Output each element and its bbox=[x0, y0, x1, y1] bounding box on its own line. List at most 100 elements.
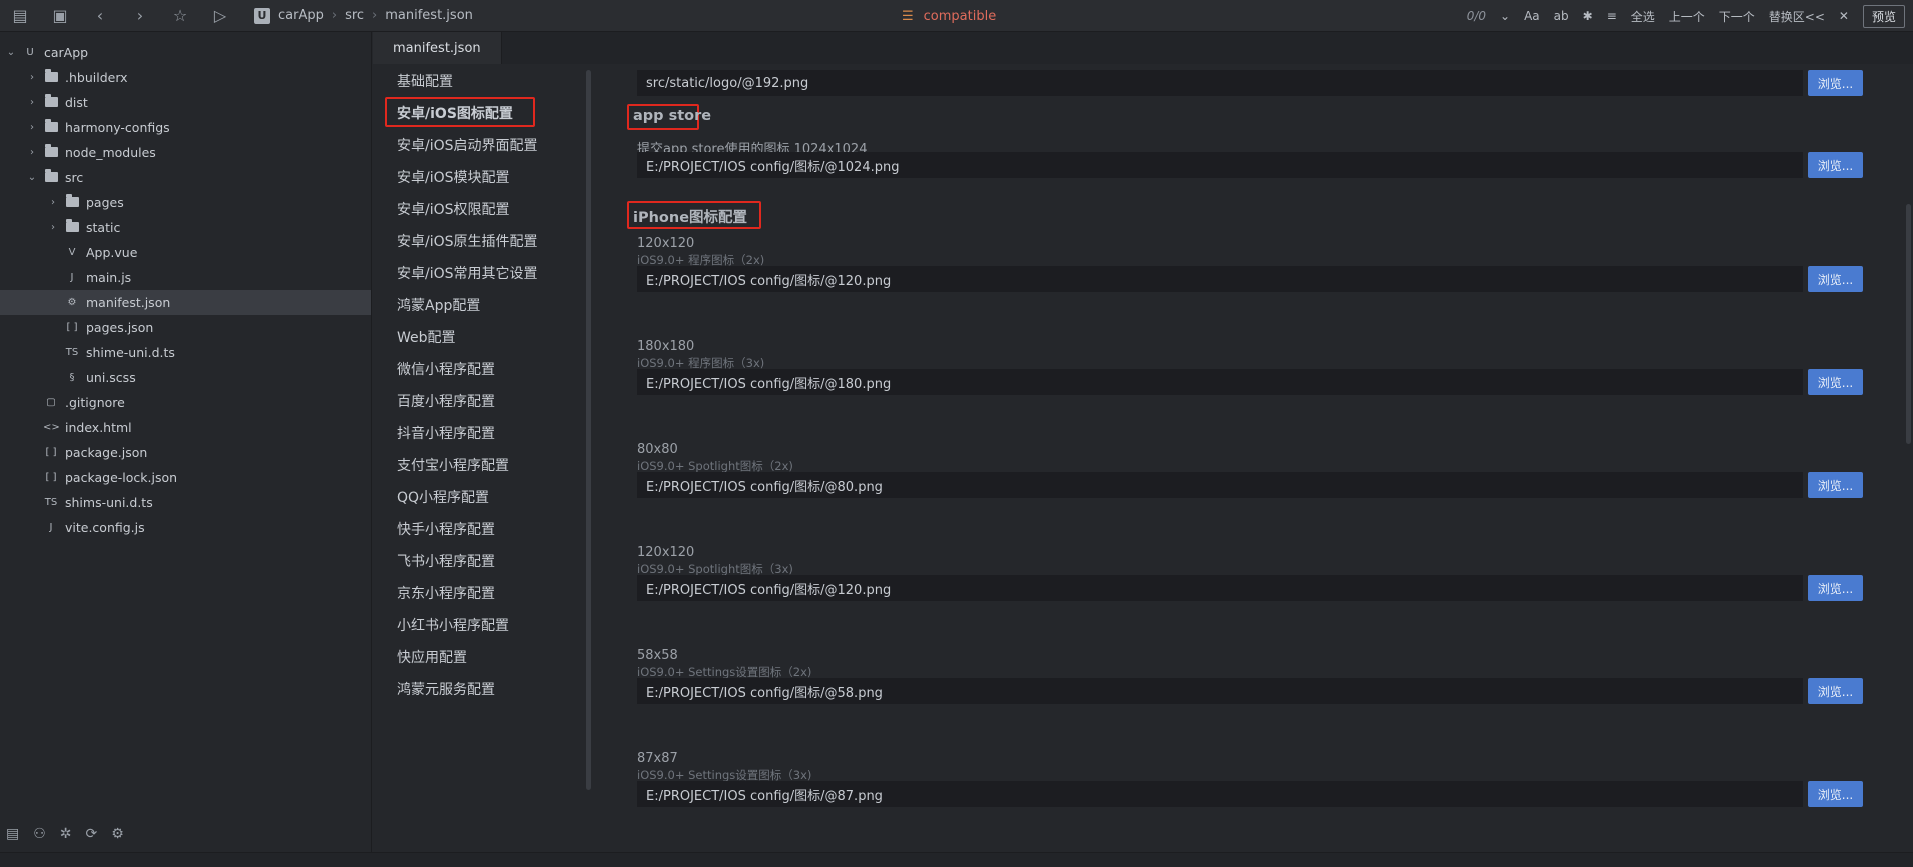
file-tree-item[interactable]: TS shims-uni.d.ts bbox=[0, 490, 371, 515]
file-tree-item[interactable]: V App.vue bbox=[0, 240, 371, 265]
breadcrumb-item[interactable]: manifest.json bbox=[385, 8, 473, 23]
new-file-icon[interactable]: ▤ bbox=[0, 0, 40, 32]
file-tree-item[interactable]: § uni.scss bbox=[0, 365, 371, 390]
tab-manifest[interactable]: manifest.json bbox=[373, 32, 502, 64]
config-nav-item[interactable]: 飞书小程序配置 bbox=[397, 551, 495, 571]
browse-button[interactable]: 浏览... bbox=[1808, 781, 1863, 807]
chevron-right-icon[interactable]: › bbox=[46, 222, 60, 233]
chevron-right-icon[interactable]: › bbox=[46, 197, 60, 208]
binoculars-icon[interactable]: ⚇ bbox=[33, 826, 46, 842]
browse-button[interactable]: 浏览... bbox=[1808, 266, 1863, 292]
config-nav-item[interactable]: 鸿蒙App配置 bbox=[397, 295, 480, 315]
config-nav-item[interactable]: 快应用配置 bbox=[397, 647, 467, 667]
previous-button[interactable]: 上一个 bbox=[1669, 8, 1705, 25]
browse-button[interactable]: 浏览... bbox=[1808, 152, 1863, 178]
content-scrollbar[interactable] bbox=[1906, 204, 1911, 444]
file-tree-item[interactable]: <> index.html bbox=[0, 415, 371, 440]
match-count: 0/0 bbox=[1466, 9, 1487, 23]
git-icon[interactable]: ⟳ bbox=[86, 826, 98, 842]
config-nav-item[interactable]: 安卓/iOS常用其它设置 bbox=[397, 263, 538, 283]
path-field[interactable]: E:/PROJECT/IOS config/图标/@1024.png bbox=[637, 152, 1803, 178]
file-tree-item[interactable]: › .hbuilderx bbox=[0, 65, 371, 90]
chevron-down-icon[interactable]: ⌄ bbox=[25, 172, 39, 183]
path-field[interactable]: E:/PROJECT/IOS config/图标/@80.png bbox=[637, 472, 1803, 498]
path-field[interactable]: E:/PROJECT/IOS config/图标/@58.png bbox=[637, 678, 1803, 704]
file-tree-item[interactable]: ⌄ UcarApp bbox=[0, 40, 371, 65]
file-tree-item[interactable]: › static bbox=[0, 215, 371, 240]
browse-button[interactable]: 浏览... bbox=[1808, 472, 1863, 498]
file-tree-item[interactable]: Jvite.config.js bbox=[0, 515, 371, 540]
file-tree-label: shims-uni.d.ts bbox=[65, 495, 153, 510]
config-nav-item[interactable]: 微信小程序配置 bbox=[397, 359, 495, 379]
path-field[interactable]: E:/PROJECT/IOS config/图标/@180.png bbox=[637, 369, 1803, 395]
browse-button[interactable]: 浏览... bbox=[1808, 70, 1863, 96]
path-field[interactable]: E:/PROJECT/IOS config/图标/@120.png bbox=[637, 266, 1803, 292]
config-nav-item[interactable]: 基础配置 bbox=[397, 71, 453, 91]
save-icon[interactable]: ▣ bbox=[40, 0, 80, 32]
preview-button[interactable]: 预览 bbox=[1862, 4, 1905, 28]
star-icon[interactable]: ☆ bbox=[160, 0, 200, 32]
file-tree-item[interactable]: ⚙ manifest.json bbox=[0, 290, 371, 315]
next-button[interactable]: 下一个 bbox=[1719, 8, 1755, 25]
config-nav-item[interactable]: 鸿蒙元服务配置 bbox=[397, 679, 495, 699]
file-tree-label: static bbox=[86, 220, 121, 235]
chevron-down-icon[interactable]: ⌄ bbox=[1500, 9, 1510, 23]
html-file-icon: <> bbox=[43, 422, 60, 433]
whole-word-icon[interactable]: ab bbox=[1554, 9, 1569, 23]
file-tree-item[interactable]: ▢ .gitignore bbox=[0, 390, 371, 415]
config-nav-item[interactable]: 京东小程序配置 bbox=[397, 583, 495, 603]
close-icon[interactable]: ✕ bbox=[1839, 9, 1849, 23]
config-nav-item[interactable]: 百度小程序配置 bbox=[397, 391, 495, 411]
search-input[interactable]: ☰ compatible bbox=[902, 6, 1462, 26]
list-icon[interactable]: ≡ bbox=[1607, 9, 1617, 23]
js-file-icon: J bbox=[49, 522, 53, 533]
explorer-icon[interactable]: ▤ bbox=[6, 826, 19, 842]
file-tree-item[interactable]: [ ] package-lock.json bbox=[0, 465, 371, 490]
config-nav-item[interactable]: 安卓/iOS模块配置 bbox=[397, 167, 510, 187]
chevron-right-icon[interactable]: › bbox=[25, 147, 39, 158]
run-icon[interactable]: ▷ bbox=[200, 0, 240, 32]
plugin-icon[interactable]: ⚙ bbox=[111, 826, 124, 842]
breadcrumb-item[interactable]: src bbox=[345, 8, 364, 23]
forward-icon[interactable]: › bbox=[120, 0, 160, 32]
browse-button[interactable]: 浏览... bbox=[1808, 369, 1863, 395]
file-tree-item[interactable]: [ ] package.json bbox=[0, 440, 371, 465]
file-tree-item[interactable]: › harmony-configs bbox=[0, 115, 371, 140]
config-nav-item[interactable]: 安卓/iOS图标配置 bbox=[397, 103, 513, 123]
back-icon[interactable]: ‹ bbox=[80, 0, 120, 32]
regex-icon[interactable]: ✱ bbox=[1583, 9, 1593, 23]
file-tree-item[interactable]: Jmain.js bbox=[0, 265, 371, 290]
config-nav-item[interactable]: QQ小程序配置 bbox=[397, 487, 489, 507]
bug-icon[interactable]: ✲ bbox=[60, 826, 72, 842]
chevron-right-icon[interactable]: › bbox=[25, 72, 39, 83]
config-nav-item[interactable]: 小红书小程序配置 bbox=[397, 615, 509, 635]
browse-button[interactable]: 浏览... bbox=[1808, 575, 1863, 601]
config-nav-item[interactable]: 抖音小程序配置 bbox=[397, 423, 495, 443]
config-nav-item[interactable]: 安卓/iOS启动界面配置 bbox=[397, 135, 538, 155]
path-field[interactable]: src/static/logo/@192.png bbox=[637, 70, 1803, 96]
file-tree-item[interactable]: ⌄ src bbox=[0, 165, 371, 190]
file-tree-label: carApp bbox=[44, 45, 89, 60]
browse-button[interactable]: 浏览... bbox=[1808, 678, 1863, 704]
file-tree-item[interactable]: [ ] pages.json bbox=[0, 315, 371, 340]
config-nav-item[interactable]: 安卓/iOS权限配置 bbox=[397, 199, 510, 219]
config-nav-item[interactable]: 安卓/iOS原生插件配置 bbox=[397, 231, 538, 251]
vue-file-icon: V bbox=[68, 247, 76, 258]
chevron-down-icon[interactable]: ⌄ bbox=[4, 47, 18, 58]
chevron-right-icon[interactable]: › bbox=[25, 122, 39, 133]
match-case-button[interactable]: Aa bbox=[1524, 9, 1540, 23]
file-tree-item[interactable]: › pages bbox=[0, 190, 371, 215]
select-all-button[interactable]: 全选 bbox=[1631, 8, 1655, 25]
path-field[interactable]: E:/PROJECT/IOS config/图标/@87.png bbox=[637, 781, 1803, 807]
replace-toggle-button[interactable]: 替换区<< bbox=[1769, 8, 1825, 25]
chevron-right-icon[interactable]: › bbox=[25, 97, 39, 108]
config-nav-item[interactable]: 快手小程序配置 bbox=[397, 519, 495, 539]
file-tree-item[interactable]: › dist bbox=[0, 90, 371, 115]
manifest-file-icon: ⚙ bbox=[67, 297, 77, 308]
path-field[interactable]: E:/PROJECT/IOS config/图标/@120.png bbox=[637, 575, 1803, 601]
config-nav-item[interactable]: 支付宝小程序配置 bbox=[397, 455, 509, 475]
file-tree-item[interactable]: › node_modules bbox=[0, 140, 371, 165]
file-tree-item[interactable]: TS shime-uni.d.ts bbox=[0, 340, 371, 365]
breadcrumb-item[interactable]: carApp bbox=[278, 8, 324, 23]
config-nav-item[interactable]: Web配置 bbox=[397, 327, 456, 347]
